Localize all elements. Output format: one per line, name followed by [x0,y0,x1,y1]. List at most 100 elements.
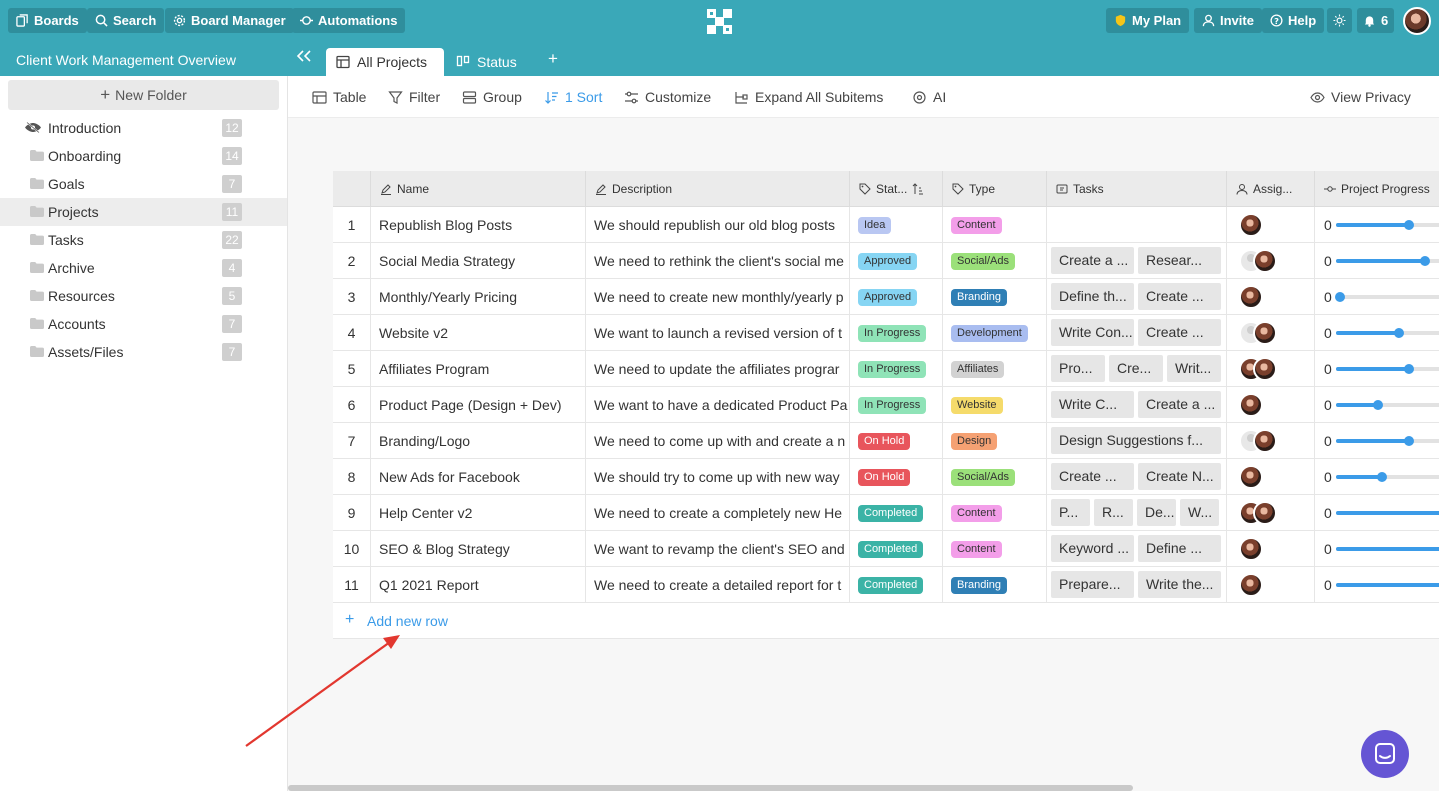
horizontal-scrollbar[interactable] [288,785,1133,791]
progress-cell[interactable]: 0 [1315,495,1439,531]
status-cell[interactable]: Approved [850,243,943,279]
assignee-avatar[interactable] [1239,213,1263,237]
assignee-avatar[interactable] [1239,285,1263,309]
progress-cell[interactable]: 0 [1315,459,1439,495]
type-cell[interactable]: Social/Ads [943,459,1047,495]
tasks-cell[interactable]: P... R... De... W... [1047,495,1227,531]
tab-all-projects[interactable]: All Projects [326,48,444,76]
progress-handle[interactable] [1403,436,1414,446]
progress-slider[interactable] [1336,472,1439,482]
name-cell[interactable]: Branding/Logo [371,423,586,459]
customize-button[interactable]: Customize [624,89,711,105]
assignee-avatar[interactable] [1253,501,1277,525]
assignee-avatar[interactable] [1239,465,1263,489]
desc-cell[interactable]: We want to revamp the client's SEO and [586,531,850,567]
tasks-cell[interactable]: Keyword ... Define ... [1047,531,1227,567]
task-chip[interactable]: Writ... [1167,355,1221,382]
assignee-avatar[interactable] [1239,393,1263,417]
progress-slider[interactable] [1336,220,1439,230]
progress-handle[interactable] [1372,400,1383,410]
sidebar-folder-accounts[interactable]: Accounts 7 [0,310,287,338]
status-cell[interactable]: Completed [850,567,943,603]
progress-handle[interactable] [1377,472,1388,482]
sidebar-folder-assets-files[interactable]: Assets/Files 7 [0,338,287,366]
task-chip[interactable]: Write the... [1138,571,1221,598]
sidebar-folder-tasks[interactable]: Tasks 22 [0,226,287,254]
progress-handle[interactable] [1403,220,1414,230]
assignee-column-header[interactable]: Assig... [1227,171,1315,207]
status-cell[interactable]: Approved [850,279,943,315]
avatars-cell[interactable] [1227,387,1315,423]
name-cell[interactable]: SEO & Blog Strategy [371,531,586,567]
task-chip[interactable]: Pro... [1051,355,1105,382]
notifications-button[interactable]: 6 [1357,8,1395,33]
tasks-cell[interactable]: Create a ... Resear... [1047,243,1227,279]
name-cell[interactable]: Q1 2021 Report [371,567,586,603]
avatars-cell[interactable] [1227,243,1315,279]
expand-subitems-button[interactable]: Expand All Subitems [734,89,883,105]
progress-cell[interactable]: 0 [1315,531,1439,567]
progress-handle[interactable] [1403,364,1414,374]
task-chip[interactable]: Keyword ... [1051,535,1134,562]
sidebar-folder-archive[interactable]: Archive 4 [0,254,287,282]
progress-handle[interactable] [1335,292,1346,302]
name-column-header[interactable]: Name [371,171,586,207]
type-column-header[interactable]: Type [943,171,1047,207]
progress-column-header[interactable]: Project Progress [1315,171,1439,207]
app-logo[interactable] [706,8,733,35]
view-privacy-button[interactable]: View Privacy [1310,89,1411,105]
task-chip[interactable]: Create N... [1138,463,1221,490]
desc-cell[interactable]: We need to rethink the client's social m… [586,243,850,279]
task-chip[interactable]: P... [1051,499,1090,526]
task-chip[interactable]: De... [1137,499,1176,526]
automations-button[interactable]: Automations [292,8,406,33]
sort-button[interactable]: 1 Sort [544,89,602,105]
status-column-header[interactable]: Stat... [850,171,943,207]
task-chip[interactable]: Cre... [1109,355,1163,382]
sidebar-folder-resources[interactable]: Resources 5 [0,282,287,310]
status-cell[interactable]: Idea [850,207,943,243]
status-cell[interactable]: Completed [850,495,943,531]
ai-button[interactable]: AI [912,89,946,105]
status-cell[interactable]: Completed [850,531,943,567]
status-cell[interactable]: In Progress [850,387,943,423]
desc-cell[interactable]: We should try to come up with new way [586,459,850,495]
desc-cell[interactable]: We need to come up with and create a n [586,423,850,459]
invite-button[interactable]: Invite [1194,8,1262,33]
type-cell[interactable]: Website [943,387,1047,423]
status-cell[interactable]: In Progress [850,351,943,387]
desc-cell[interactable]: We want to launch a revised version of t [586,315,850,351]
tasks-cell[interactable]: Prepare... Write the... [1047,567,1227,603]
task-chip[interactable]: Write C... [1051,391,1134,418]
task-chip[interactable]: Create ... [1138,319,1221,346]
help-button[interactable]: ? Help [1262,8,1325,33]
progress-slider[interactable] [1336,256,1439,266]
desc-cell[interactable]: We need to create a completely new He [586,495,850,531]
task-chip[interactable]: Define th... [1051,283,1134,310]
avatars-cell[interactable] [1227,315,1315,351]
tasks-cell[interactable]: Create ... Create N... [1047,459,1227,495]
progress-cell[interactable]: 0 [1315,423,1439,459]
user-avatar[interactable] [1403,7,1431,35]
assignee-avatar[interactable] [1253,321,1277,345]
name-cell[interactable]: New Ads for Facebook [371,459,586,495]
name-cell[interactable]: Website v2 [371,315,586,351]
name-cell[interactable]: Product Page (Design + Dev) [371,387,586,423]
progress-cell[interactable]: 0 [1315,567,1439,603]
type-cell[interactable]: Design [943,423,1047,459]
tasks-cell[interactable]: Write Con... Create ... [1047,315,1227,351]
avatars-cell[interactable] [1227,207,1315,243]
progress-slider[interactable] [1336,547,1439,551]
desc-cell[interactable]: We want to have a dedicated Product Pa [586,387,850,423]
name-cell[interactable]: Social Media Strategy [371,243,586,279]
sidebar-folder-goals[interactable]: Goals 7 [0,170,287,198]
type-cell[interactable]: Content [943,207,1047,243]
table-view-button[interactable]: Table [312,89,366,105]
task-chip[interactable]: R... [1094,499,1133,526]
avatars-cell[interactable] [1227,423,1315,459]
progress-cell[interactable]: 0 [1315,243,1439,279]
tasks-cell[interactable]: Design Suggestions f... [1047,423,1227,459]
task-chip[interactable]: Define ... [1138,535,1221,562]
task-chip[interactable]: Create a ... [1138,391,1221,418]
tasks-column-header[interactable]: Tasks [1047,171,1227,207]
